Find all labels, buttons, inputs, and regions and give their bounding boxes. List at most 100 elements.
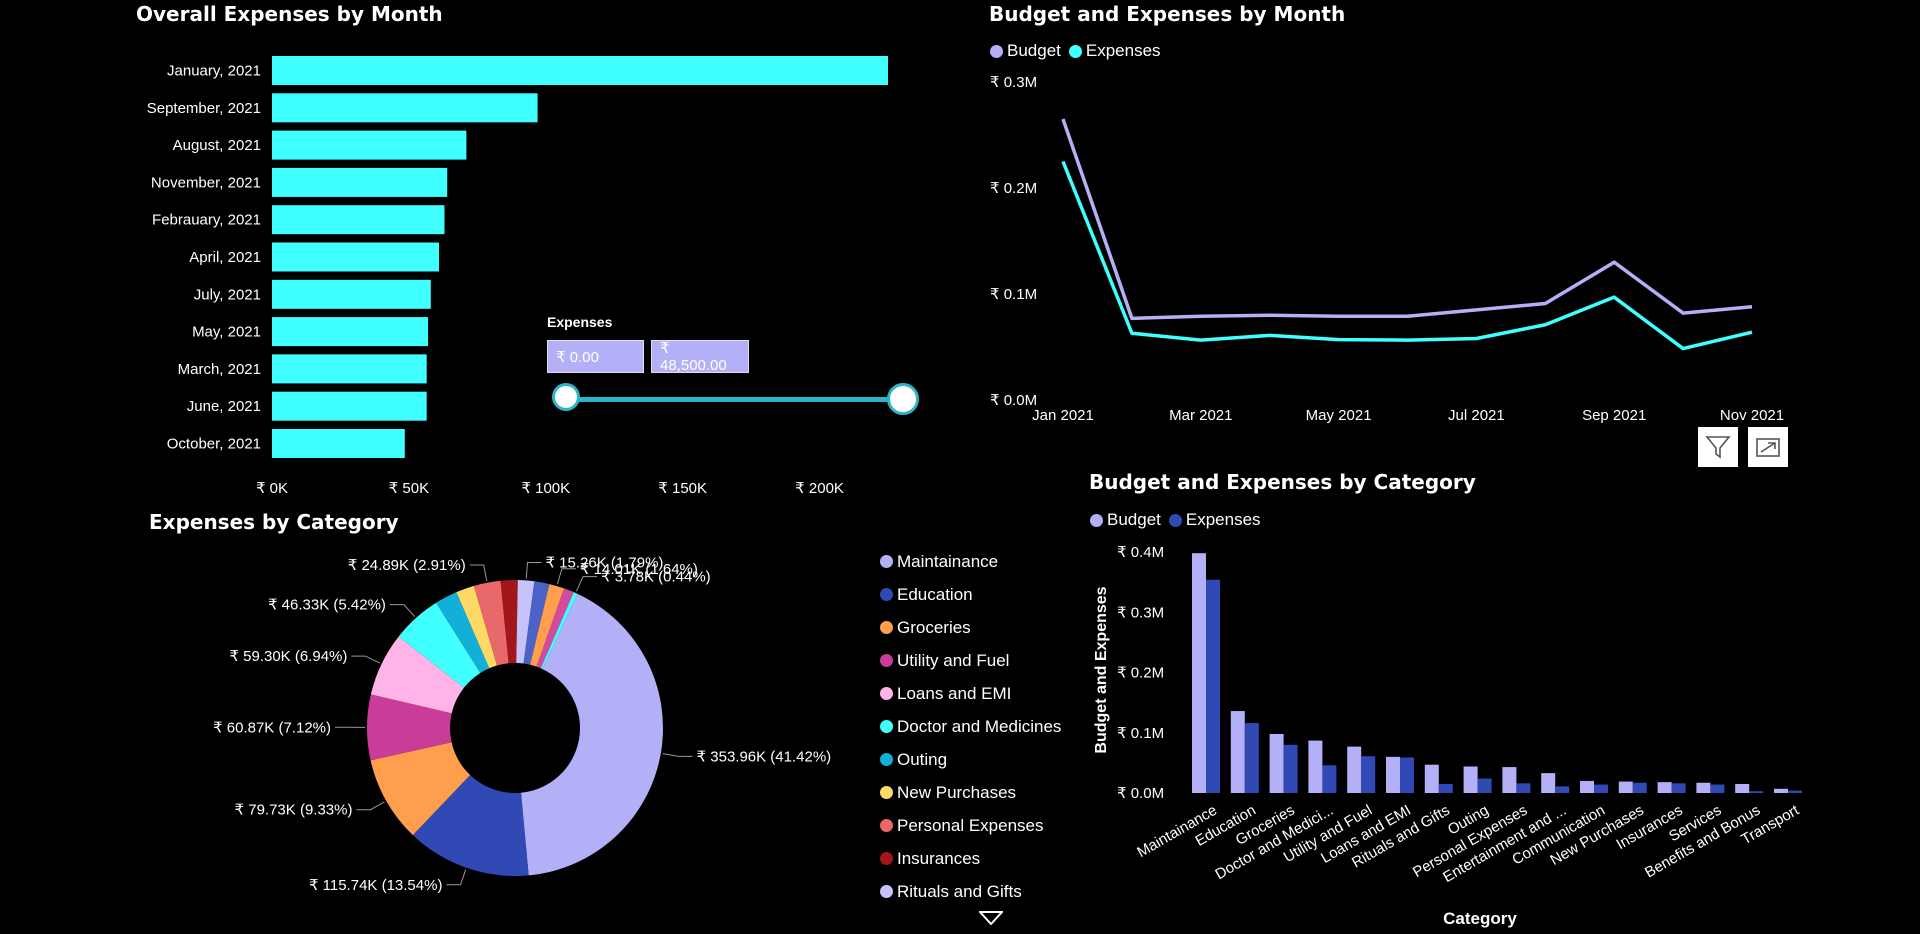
legend-dot bbox=[880, 687, 893, 700]
month-label: October, 2021 bbox=[167, 436, 261, 453]
category-bar-expenses bbox=[1400, 757, 1414, 793]
month-label: January, 2021 bbox=[167, 63, 261, 80]
slice-label: ₹ 60.87K (7.12%) bbox=[213, 719, 331, 736]
month-bar bbox=[272, 242, 440, 272]
y-tick-label: ₹ 0.0M bbox=[990, 392, 1037, 409]
x-tick-label: Nov 2021 bbox=[1720, 407, 1784, 424]
category-bar-budget bbox=[1269, 733, 1284, 793]
category-bar-expenses bbox=[1283, 744, 1298, 793]
expenses-by-category-donut[interactable]: ₹ 353.96K (41.42%) ₹ 115.74K (13.54%) ₹ 79… bbox=[0, 540, 870, 934]
legend-item[interactable]: Education bbox=[880, 578, 1061, 611]
slice-label: ₹ 3.78K (0.44%) bbox=[601, 569, 711, 586]
slice-label: ₹ 46.33K (5.42%) bbox=[268, 597, 386, 614]
filter-icon bbox=[1705, 436, 1731, 459]
y-tick-label: ₹ 0.3M bbox=[1117, 604, 1164, 621]
legend-label: Maintainance bbox=[897, 551, 999, 571]
slider-min-input[interactable]: ₹ 0.00 bbox=[547, 340, 644, 373]
category-bar-expenses bbox=[1788, 790, 1802, 793]
category-bar-expenses bbox=[1477, 778, 1492, 793]
x-tick-label: May 2021 bbox=[1306, 407, 1372, 424]
slice-label: ₹ 353.96K (41.42%) bbox=[697, 748, 832, 765]
series-line-expenses bbox=[1061, 160, 1753, 351]
slice-leader-line bbox=[351, 655, 381, 664]
legend-dot bbox=[880, 786, 893, 799]
legend-item[interactable]: Outing bbox=[880, 743, 1061, 776]
legend-dot bbox=[880, 753, 893, 766]
slider-max-input[interactable]: ₹ 48,500.00 bbox=[651, 340, 749, 374]
legend-item[interactable]: Loans and EMI bbox=[880, 677, 1061, 710]
focus-mode-button[interactable] bbox=[1748, 427, 1788, 467]
category-bar-budget bbox=[1502, 767, 1517, 793]
x-tick-label: ₹ 50K bbox=[389, 480, 429, 497]
month-label: September, 2021 bbox=[147, 100, 261, 117]
month-bar bbox=[272, 317, 429, 347]
legend-expenses-label: Expenses bbox=[1185, 510, 1261, 529]
x-tick-label: Mar 2021 bbox=[1169, 407, 1232, 424]
legend-label: Insurances bbox=[897, 848, 981, 868]
category-bar-expenses bbox=[1594, 784, 1608, 793]
legend-scroll-down-button[interactable] bbox=[977, 910, 1005, 929]
category-bar-expenses bbox=[1361, 756, 1376, 793]
expenses-by-month-chart[interactable]: January, 2021 September, 2021 August, 2021… bbox=[0, 40, 960, 505]
x-tick-label: Jul 2021 bbox=[1448, 407, 1505, 424]
month-label: Febrauary, 2021 bbox=[152, 212, 261, 229]
category-bar-expenses bbox=[1516, 783, 1531, 793]
legend-item[interactable]: Insurances bbox=[880, 842, 1061, 875]
slider-max-handle[interactable] bbox=[887, 383, 919, 415]
category-bar-budget bbox=[1657, 782, 1672, 793]
slice-leader-line bbox=[525, 561, 542, 579]
legend-expenses-dot bbox=[1168, 513, 1182, 527]
slider-track[interactable] bbox=[566, 397, 902, 402]
y-tick-label: ₹ 0.3M bbox=[990, 74, 1037, 91]
month-bar bbox=[272, 93, 538, 123]
legend-dot bbox=[880, 588, 893, 601]
y-tick-label: ₹ 0.2M bbox=[1117, 665, 1164, 682]
month-bar bbox=[272, 167, 448, 197]
legend-item[interactable]: Personal Expenses bbox=[880, 809, 1061, 842]
filter-button[interactable] bbox=[1698, 427, 1738, 467]
x-axis-title: Category bbox=[1443, 909, 1517, 928]
budget-expenses-by-category-chart[interactable]: ₹ 0.4M ₹ 0.3M ₹ 0.2M ₹ 0.1M ₹ 0.0M Budget and… bbox=[1080, 530, 1920, 934]
slice-leader-line bbox=[662, 753, 693, 757]
budget-expenses-by-month-chart[interactable]: ₹ 0.3M ₹ 0.2M ₹ 0.1M ₹ 0.0MJan 2021 Mar 2021… bbox=[960, 60, 1920, 430]
legend-label: Personal Expenses bbox=[897, 815, 1044, 835]
legend-expenses-dot bbox=[1068, 44, 1082, 58]
category-bar-budget bbox=[1386, 756, 1400, 793]
slice-label: ₹ 24.89K (2.91%) bbox=[348, 557, 466, 574]
month-bar bbox=[272, 279, 431, 309]
slider-min-handle[interactable] bbox=[552, 383, 580, 411]
legend-item[interactable]: New Purchases bbox=[880, 776, 1061, 809]
category-bar-budget bbox=[1774, 788, 1788, 793]
legend-item[interactable]: Rituals and Gifts bbox=[880, 875, 1061, 908]
legend-label: Education bbox=[897, 584, 973, 604]
legend-dot bbox=[880, 621, 893, 634]
category-bar-budget bbox=[1735, 783, 1750, 793]
slice-leader-line bbox=[356, 801, 385, 811]
category-bar-expenses bbox=[1438, 783, 1453, 793]
focus-mode-icon bbox=[1756, 438, 1780, 457]
legend-label: Doctor and Medicines bbox=[897, 716, 1062, 736]
legend-dot bbox=[880, 654, 893, 667]
month-label: November, 2021 bbox=[151, 174, 261, 191]
category-bar-budget bbox=[1618, 781, 1633, 793]
legend-label: Utility and Fuel bbox=[897, 650, 1010, 670]
expenses-by-category-title: Expenses by Category bbox=[149, 510, 399, 534]
slice-leader-line bbox=[389, 604, 416, 617]
slice-label: ₹ 115.74K (13.54%) bbox=[309, 877, 443, 894]
legend-item[interactable]: Doctor and Medicines bbox=[880, 710, 1061, 743]
legend-budget-dot bbox=[990, 44, 1003, 58]
legend-item[interactable]: Groceries bbox=[880, 611, 1061, 644]
y-tick-label: ₹ 0.0M bbox=[1117, 785, 1164, 802]
chevron-down-icon bbox=[977, 911, 1005, 926]
category-bar-expenses bbox=[1555, 786, 1570, 793]
legend-item[interactable]: Maintainance bbox=[880, 545, 1061, 578]
donut-legend: Maintainance Education Groceries Utility an… bbox=[880, 545, 1061, 908]
legend-item[interactable]: Utility and Fuel bbox=[880, 644, 1061, 677]
category-bar-expenses bbox=[1632, 782, 1647, 793]
legend-label: Loans and EMI bbox=[897, 683, 1012, 703]
legend-dot bbox=[880, 720, 893, 733]
category-bar-expenses bbox=[1749, 791, 1764, 793]
x-tick-label: ₹ 150K bbox=[658, 480, 707, 497]
legend-dot bbox=[880, 852, 893, 865]
line-legend: Budget Expenses bbox=[990, 41, 1161, 61]
